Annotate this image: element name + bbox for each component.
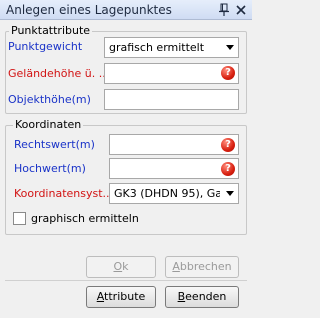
gelaendehoehe-input[interactable] — [104, 63, 239, 84]
koordinaten-legend: Koordinaten — [13, 118, 84, 131]
rechtswert-label: Rechtswert(m) — [14, 138, 95, 151]
abbrechen-button[interactable]: Abbrechen — [165, 256, 239, 278]
red-question-icon: ? — [221, 162, 235, 176]
red-question-icon: ? — [221, 138, 235, 152]
graphisch-ermitteln-label: graphisch ermitteln — [31, 212, 139, 225]
button-separator — [5, 280, 247, 281]
beenden-button[interactable]: Beenden — [165, 286, 239, 308]
koordinatensystem-select[interactable]: GK3 (DHDN 95), Gaus — [109, 183, 239, 204]
punktgewicht-label: Punktgewicht — [8, 40, 83, 53]
hochwert-input[interactable] — [109, 158, 239, 179]
chevron-down-icon — [226, 45, 234, 50]
objekthoehe-label: Objekthöhe(m) — [8, 93, 91, 106]
punktgewicht-select[interactable]: grafisch ermittelt — [104, 37, 239, 58]
ok-button[interactable]: Ok — [86, 256, 156, 278]
close-icon[interactable] — [235, 3, 247, 17]
hochwert-label: Hochwert(m) — [14, 162, 86, 175]
objekthoehe-input[interactable] — [104, 89, 239, 110]
koordinatensystem-label: Koordinatensyst... — [14, 187, 114, 200]
punktattribute-legend: Punktattribute — [9, 24, 93, 37]
attribute-button[interactable]: Attribute — [86, 286, 156, 308]
rechtswert-input[interactable] — [109, 134, 239, 155]
koordinatensystem-value: GK3 (DHDN 95), Gaus — [114, 187, 220, 200]
pin-icon[interactable] — [218, 3, 230, 17]
punktgewicht-value: grafisch ermittelt — [109, 41, 205, 54]
chevron-down-icon — [226, 191, 234, 196]
gelaendehoehe-label: Geländehöhe ü. ... — [8, 67, 110, 80]
window-title: Anlegen eines Lagepunktes — [6, 3, 172, 17]
graphisch-ermitteln-checkbox[interactable] — [13, 212, 26, 225]
title-bar: Anlegen eines Lagepunktes — [0, 0, 252, 20]
dialog-panel: Anlegen eines Lagepunktes Punktattribute… — [0, 0, 252, 318]
red-question-icon: ? — [221, 66, 235, 80]
